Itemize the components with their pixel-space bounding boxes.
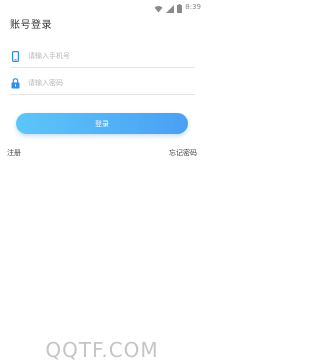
wifi-icon <box>154 0 163 17</box>
phone-icon <box>10 50 20 62</box>
password-field <box>10 72 195 95</box>
signal-icon <box>166 0 175 17</box>
phone-input[interactable] <box>28 48 188 64</box>
password-input[interactable] <box>28 75 188 91</box>
phone-field <box>10 45 195 68</box>
register-link[interactable]: 注册 <box>7 148 21 158</box>
watermark: QQTF.COM <box>45 338 159 362</box>
status-bar: 8:39 <box>0 0 204 14</box>
page-title: 账号登录 <box>10 20 52 31</box>
login-button[interactable]: 登录 <box>16 113 188 134</box>
status-time: 8:39 <box>185 3 201 11</box>
status-icons: 8:39 <box>154 2 201 13</box>
battery-icon <box>177 0 183 17</box>
forgot-password-link[interactable]: 忘记密码 <box>169 148 197 158</box>
lock-icon <box>10 77 20 89</box>
